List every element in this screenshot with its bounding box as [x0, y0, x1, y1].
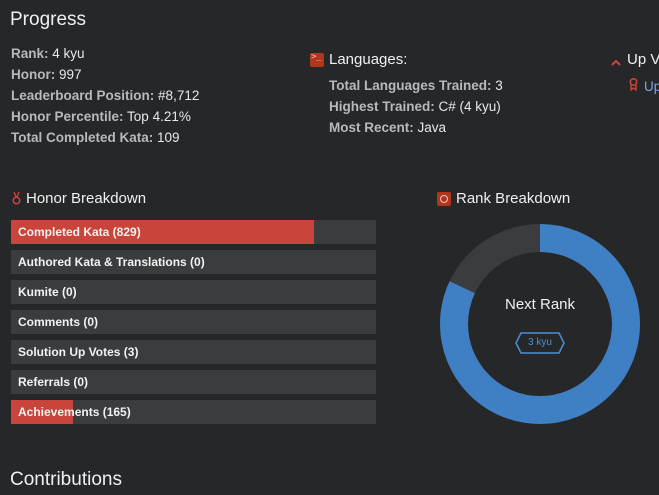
honor-bar-referrals: Referrals (0) — [11, 370, 376, 394]
languages-total-label: Total Languages Trained: — [329, 78, 492, 93]
contributions-title: Contributions — [10, 469, 122, 490]
progress-completed-kata-label: Total Completed Kata: — [11, 130, 154, 145]
progress-leaderboard-label: Leaderboard Position: — [11, 88, 155, 103]
progress-percentile: Honor Percentile: Top 4.21% — [11, 106, 191, 127]
honor-breakdown-header: Honor Breakdown — [12, 190, 146, 207]
medal-icon — [12, 191, 21, 205]
progress-rank-value: 4 kyu — [52, 46, 85, 61]
chevron-up-icon — [611, 55, 621, 66]
honor-bar-achievements: Achievements (165) — [11, 400, 376, 424]
languages-recent-value: Java — [417, 120, 447, 135]
honor-bar-authored-kata: Authored Kata & Translations (0) — [11, 250, 376, 274]
honor-bar-comments: Comments (0) — [11, 310, 376, 334]
progress-rank: Rank: 4 kyu — [11, 43, 85, 64]
progress-title: Progress — [10, 9, 87, 30]
honor-bar-completed-kata: Completed Kata (829) — [11, 220, 376, 244]
ribbon-icon — [629, 77, 638, 94]
progress-percentile-value: Top 4.21% — [127, 109, 191, 124]
honor-bar-label: Achievements (165) — [18, 405, 131, 419]
progress-leaderboard-value: #8,712 — [158, 88, 200, 103]
languages-total: Total Languages Trained: 3 — [329, 75, 503, 96]
profile-stats-page: Progress Rank: 4 kyu Honor: 997 Leaderbo… — [0, 0, 659, 495]
progress-honor: Honor: 997 — [11, 64, 82, 85]
upvotes-link-text: Up — [644, 78, 659, 94]
upvotes-header: Up V — [611, 51, 659, 68]
progress-honor-value: 997 — [59, 67, 82, 82]
languages-recent-label: Most Recent: — [329, 120, 414, 135]
languages-highest-value: C# (4 kyu) — [438, 99, 501, 114]
honor-bar-label: Referrals (0) — [18, 375, 89, 389]
languages-highest-label: Highest Trained: — [329, 99, 435, 114]
progress-rank-label: Rank: — [11, 46, 49, 61]
terminal-icon — [310, 52, 324, 67]
languages-title: Languages: — [329, 51, 408, 68]
rank-donut-chart: Next Rank 3 kyu — [440, 224, 640, 424]
honor-bar-label: Kumite (0) — [18, 285, 77, 299]
languages-total-value: 3 — [495, 78, 503, 93]
progress-percentile-label: Honor Percentile: — [11, 109, 124, 124]
honor-bar-kumite: Kumite (0) — [11, 280, 376, 304]
next-rank-label: Next Rank — [504, 296, 576, 313]
honor-breakdown-title: Honor Breakdown — [26, 190, 147, 207]
target-icon — [437, 191, 451, 206]
honor-bar-label: Solution Up Votes (3) — [18, 345, 139, 359]
next-rank-value: 3 kyu — [528, 337, 552, 348]
languages-header: Languages: — [310, 51, 407, 68]
progress-completed-kata-value: 109 — [157, 130, 180, 145]
honor-bar-solution-upvotes: Solution Up Votes (3) — [11, 340, 376, 364]
honor-bar-label: Completed Kata (829) — [18, 225, 141, 239]
honor-bar-label: Authored Kata & Translations (0) — [18, 255, 205, 269]
rank-breakdown-title: Rank Breakdown — [456, 190, 571, 207]
languages-highest: Highest Trained: C# (4 kyu) — [329, 96, 501, 117]
next-rank-badge: 3 kyu — [515, 332, 565, 354]
upvotes-link[interactable]: Up — [629, 77, 659, 94]
rank-breakdown-header: Rank Breakdown — [437, 190, 570, 207]
upvotes-title: Up V — [627, 51, 659, 68]
progress-completed-kata: Total Completed Kata: 109 — [11, 127, 180, 148]
progress-leaderboard: Leaderboard Position: #8,712 — [11, 85, 199, 106]
progress-honor-label: Honor: — [11, 67, 56, 82]
languages-recent: Most Recent: Java — [329, 117, 446, 138]
honor-bar-label: Comments (0) — [18, 315, 99, 329]
